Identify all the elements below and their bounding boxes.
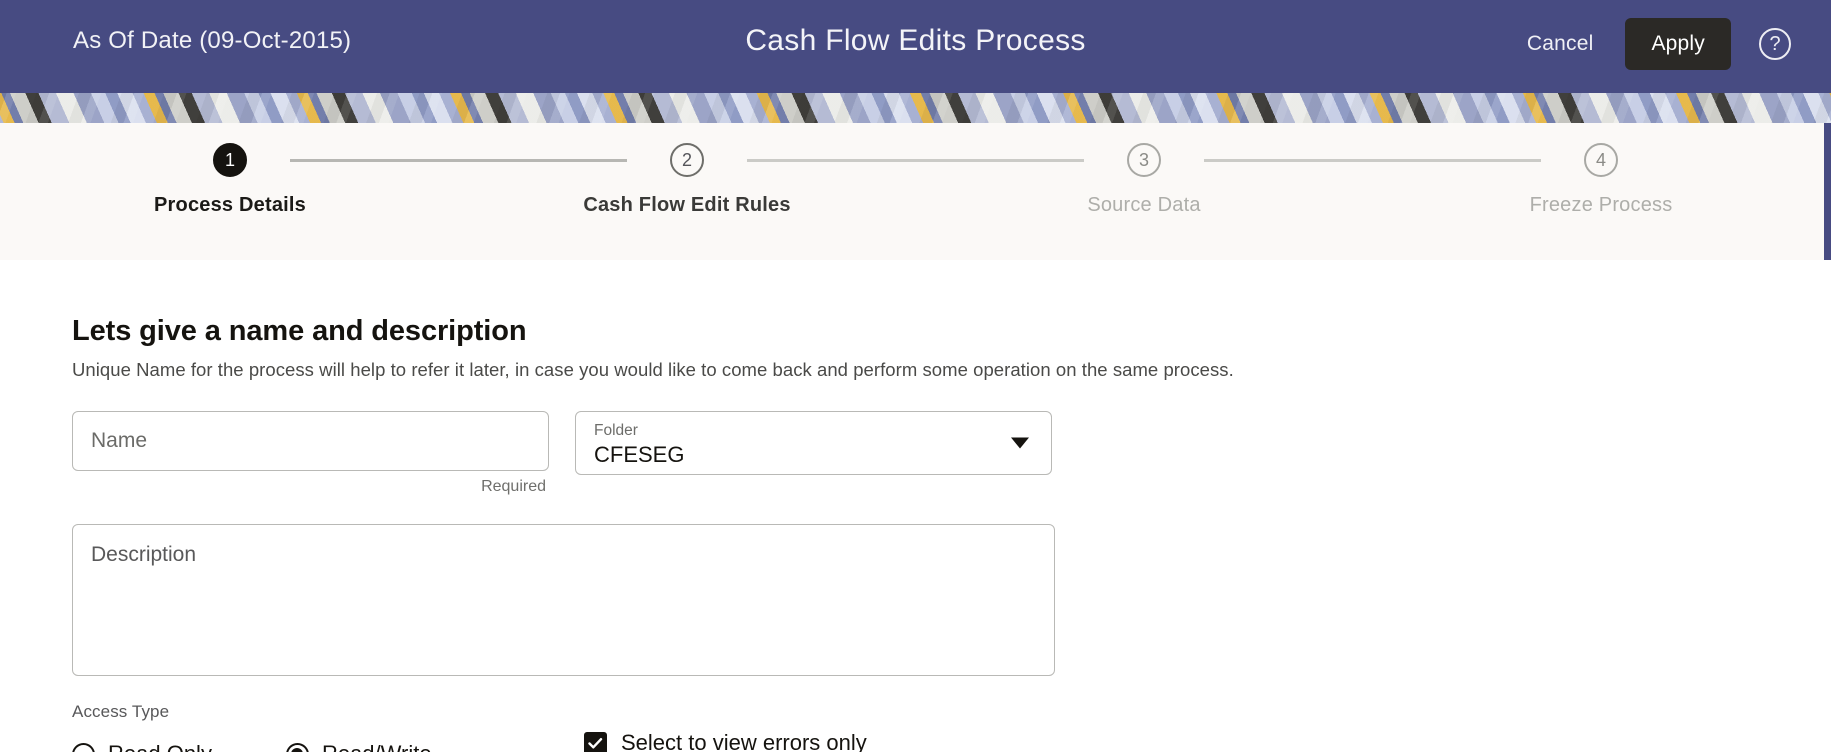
errors-only-checkbox[interactable]: Select to view errors only <box>584 730 867 752</box>
step-connector-1-2 <box>290 159 627 162</box>
access-type-label: Access Type <box>72 702 584 722</box>
description-textarea[interactable] <box>72 524 1055 676</box>
step-2-label: Cash Flow Edit Rules <box>583 194 790 217</box>
apply-button[interactable]: Apply <box>1625 18 1731 70</box>
step-4-circle[interactable]: 4 <box>1584 143 1618 177</box>
wizard-stepper-region: 1 Process Details 2 Cash Flow Edit Rules… <box>0 123 1831 260</box>
step-3-circle[interactable]: 3 <box>1127 143 1161 177</box>
radio-read-write[interactable]: Read/Write <box>286 741 432 752</box>
name-input[interactable] <box>72 411 549 471</box>
page-subtitle: Unique Name for the process will help to… <box>72 359 1831 381</box>
step-source-data[interactable]: 3 Source Data <box>1084 143 1204 217</box>
step-3-label: Source Data <box>1087 194 1200 217</box>
radio-read-write-mark[interactable] <box>286 743 309 752</box>
main-content: Lets give a name and description Unique … <box>0 260 1831 752</box>
banner-stripes-layer-2 <box>0 93 1831 123</box>
radio-read-write-label: Read/Write <box>322 741 432 752</box>
step-1-circle[interactable]: 1 <box>213 143 247 177</box>
checkmark-icon[interactable] <box>584 732 607 752</box>
step-cash-flow-edit-rules[interactable]: 2 Cash Flow Edit Rules <box>627 143 747 217</box>
folder-select-value: CFESEG <box>594 441 1033 469</box>
folder-select[interactable]: Folder CFESEG <box>575 411 1052 475</box>
step-4-label: Freeze Process <box>1530 194 1673 217</box>
help-icon[interactable]: ? <box>1759 28 1791 60</box>
chevron-down-icon[interactable] <box>1011 438 1029 449</box>
vertical-scrollbar[interactable] <box>1824 123 1831 260</box>
step-1-label: Process Details <box>154 194 306 217</box>
access-type-group: Access Type Read Only Read/Write <box>72 702 584 752</box>
cancel-button[interactable]: Cancel <box>1523 26 1598 62</box>
name-required-helper: Required <box>72 478 549 496</box>
app-header: As Of Date (09-Oct-2015) Cash Flow Edits… <box>0 0 1831 123</box>
wizard-stepper: 1 Process Details 2 Cash Flow Edit Rules… <box>0 123 1831 260</box>
step-connector-2-3 <box>747 159 1084 162</box>
decorative-banner-strip <box>0 93 1831 123</box>
name-and-folder-row: Required Folder CFESEG <box>72 411 1831 496</box>
step-connector-3-4 <box>1204 159 1541 162</box>
step-process-details[interactable]: 1 Process Details <box>170 143 290 217</box>
page-title: Lets give a name and description <box>72 315 1831 348</box>
radio-read-only-mark[interactable] <box>72 743 95 752</box>
errors-only-label: Select to view errors only <box>621 730 867 752</box>
radio-read-only[interactable]: Read Only <box>72 741 212 752</box>
steps-track: 1 Process Details 2 Cash Flow Edit Rules… <box>170 123 1661 217</box>
radio-read-only-label: Read Only <box>108 741 212 752</box>
step-freeze-process[interactable]: 4 Freeze Process <box>1541 143 1661 217</box>
header-actions: Cancel Apply ? <box>1523 18 1791 70</box>
access-and-options-row: Access Type Read Only Read/Write Select … <box>72 702 1831 752</box>
name-field-wrapper: Required <box>72 411 549 496</box>
folder-select-label: Folder <box>594 422 1033 440</box>
step-2-circle[interactable]: 2 <box>670 143 704 177</box>
access-type-radios: Read Only Read/Write <box>72 741 584 752</box>
header-row: As Of Date (09-Oct-2015) Cash Flow Edits… <box>0 0 1831 93</box>
